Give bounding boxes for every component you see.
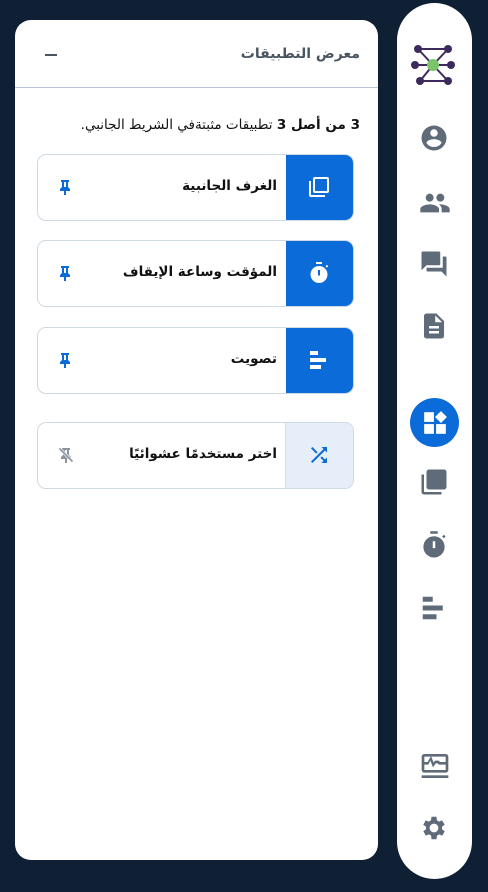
rail-profile[interactable] <box>419 123 451 155</box>
rail-settings[interactable] <box>419 813 451 845</box>
notes-icon <box>424 313 444 339</box>
app-card-breakout-rooms[interactable]: الغرف الجانبية <box>37 154 354 221</box>
pin-icon[interactable] <box>58 179 72 195</box>
panel-header: معرض التطبيقات <box>15 20 378 88</box>
app-logo-icon <box>411 45 455 85</box>
rail-timer[interactable] <box>419 530 451 562</box>
total-count: 3 <box>276 117 287 133</box>
app-tile <box>286 241 353 306</box>
app-tile <box>285 423 353 488</box>
app-label: المؤقت وساعة الإيقاف <box>122 264 277 280</box>
panel-title: معرض التطبيقات <box>240 46 360 62</box>
pin-icon[interactable] <box>58 265 72 281</box>
minimize-button[interactable] <box>45 54 57 56</box>
app-tile <box>286 155 353 220</box>
apps-icon <box>424 411 447 434</box>
rail-connection-status[interactable] <box>419 750 451 782</box>
rail-poll[interactable] <box>419 593 451 625</box>
app-card-poll[interactable]: تصويت <box>37 327 354 394</box>
app-label: تصويت <box>230 351 277 367</box>
app-tile <box>286 328 353 393</box>
info-rest: تطبيقات مثبتةفي الشريط الجانبي. <box>80 117 277 133</box>
chat-icon <box>421 251 447 277</box>
shuffle-icon <box>311 447 327 463</box>
pinned-count: 3 <box>350 117 360 133</box>
settings-icon <box>423 816 445 840</box>
app-label: اختر مستخدمًا عشوائيًا <box>129 446 277 462</box>
apps-gallery-panel: معرض التطبيقات 3 من أصل 3 تطبيقات مثبتةف… <box>15 20 378 860</box>
app-label: الغرف الجانبية <box>182 178 277 194</box>
rail-users[interactable] <box>419 187 451 219</box>
timer-icon <box>310 262 329 283</box>
app-card-random-user[interactable]: اختر مستخدمًا عشوائيًا <box>37 422 354 489</box>
navigation-rail <box>397 3 472 879</box>
breakout-rooms-icon <box>309 177 329 197</box>
profile-icon <box>421 125 447 151</box>
rail-breakout-rooms[interactable] <box>419 467 451 499</box>
timer-icon <box>423 531 446 558</box>
info-middle: من أصل <box>286 117 351 133</box>
app-card-timer[interactable]: المؤقت وساعة الإيقاف <box>37 240 354 307</box>
poll-icon <box>422 596 443 620</box>
poll-icon <box>310 351 326 369</box>
rail-notes[interactable] <box>419 311 451 343</box>
rail-apps[interactable] <box>410 398 459 447</box>
users-icon <box>420 193 450 213</box>
pinned-count-info: 3 من أصل 3 تطبيقات مثبتةفي الشريط الجانب… <box>81 117 360 133</box>
unpin-icon[interactable] <box>58 447 74 463</box>
breakout-rooms-icon <box>421 469 447 495</box>
rail-chat[interactable] <box>419 249 451 281</box>
pin-icon[interactable] <box>58 352 72 368</box>
connection-status-icon <box>421 754 449 778</box>
